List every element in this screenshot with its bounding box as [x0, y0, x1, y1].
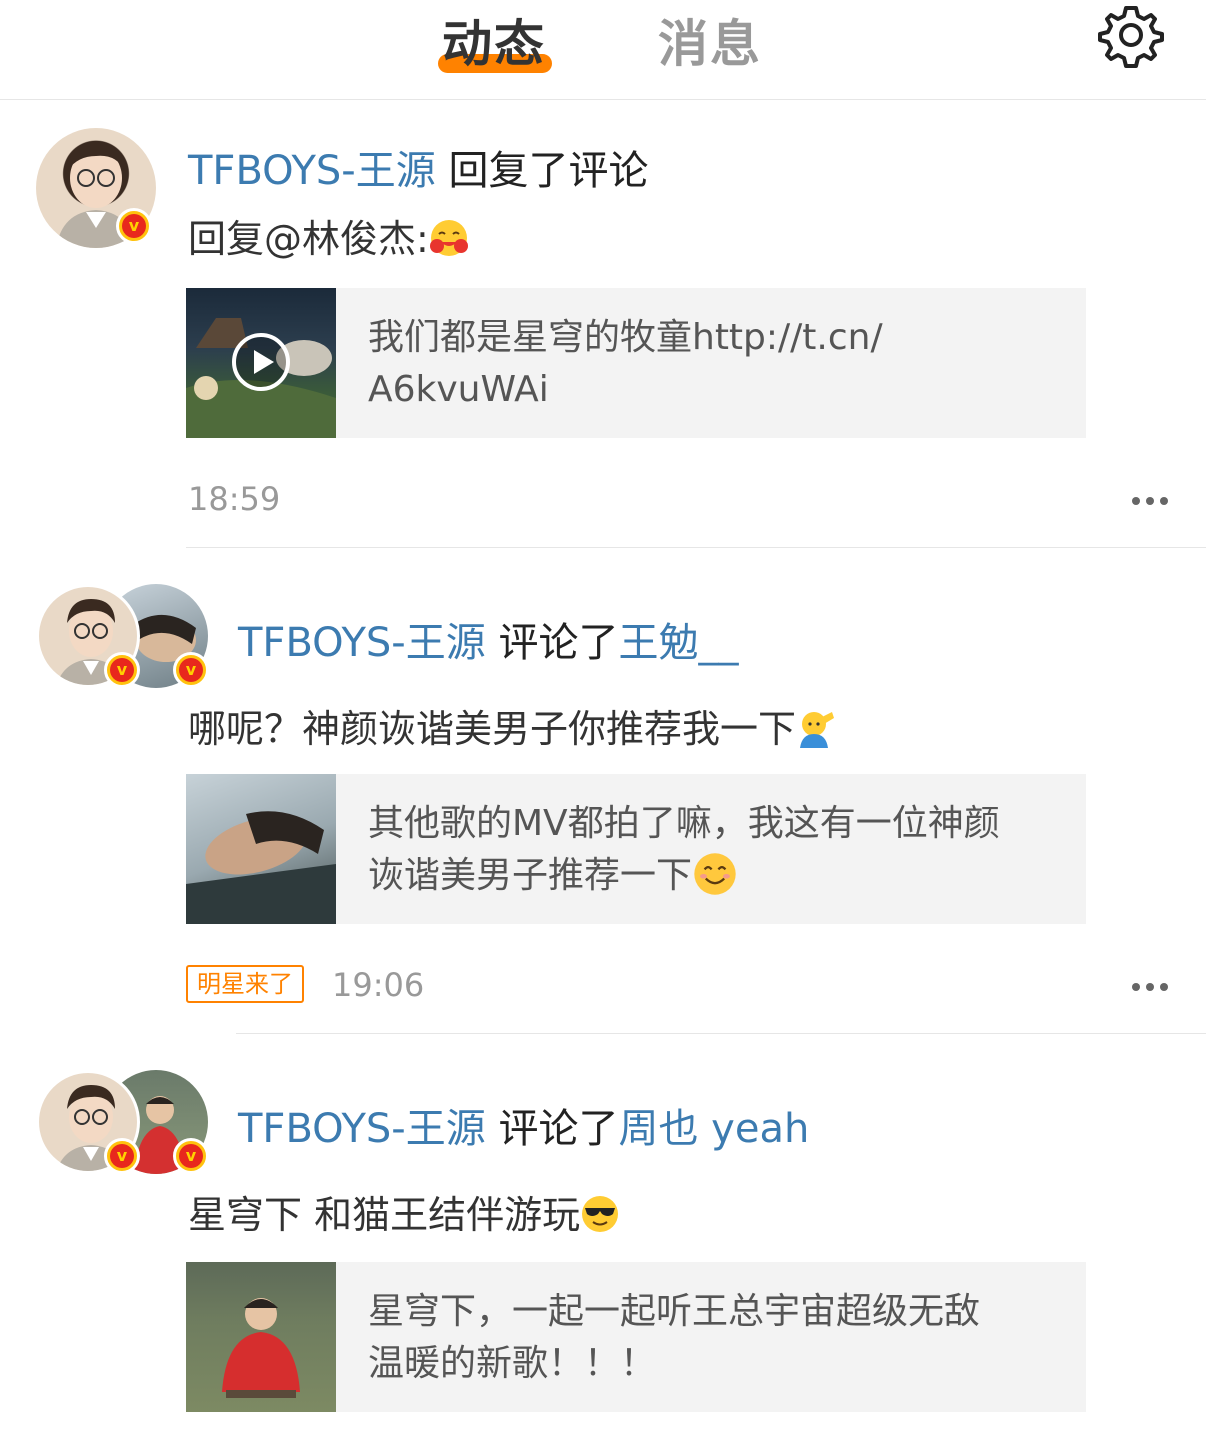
action-text: 评论了 [498, 620, 619, 666]
target-user-link[interactable]: 周也 yeah [618, 1106, 809, 1152]
attached-card[interactable]: 我们都是星穹的牧童http://t.cn/ A6kvuWAi [186, 288, 1086, 438]
feed-headline: TFBOYS-王源 回复了评论 [188, 138, 648, 196]
salute-emoji [800, 712, 835, 748]
attached-card[interactable]: 星穹下，一起一起听王总宇宙超级无敌 温暖的新歌！！！ [186, 1262, 1086, 1412]
comment-text: 星穹下 和猫王结伴游玩 [188, 1184, 620, 1239]
feed-item: v v TFBOYS-王源 评论了王勉__ 哪呢？神颜诙谐美男子你推荐我一下 其… [0, 548, 1206, 1034]
comment-body: 星穹下 和猫王结伴游玩 [188, 1193, 581, 1237]
card-description: 星穹下，一起一起听王总宇宙超级无敌 温暖的新歌！！！ [368, 1286, 1068, 1390]
top-bar: 动态 消息 [0, 0, 1206, 100]
target-user-link[interactable]: 王勉__ [618, 620, 738, 666]
tab-dongtai[interactable]: 动态 [442, 4, 546, 76]
action-text: 评论了 [498, 1106, 619, 1152]
username-link[interactable]: TFBOYS-王源 [188, 148, 436, 194]
hug-emoji [429, 220, 468, 256]
card-line-2: A6kvuWAi [368, 369, 549, 410]
verified-badge-icon: v [104, 1138, 140, 1174]
comment-text: 回复@林俊杰: [188, 208, 469, 263]
card-line-1: 我们都是星穹的牧童http://t.cn/ [368, 317, 883, 358]
feed-headline: TFBOYS-王源 评论了周也 yeah [238, 1096, 809, 1154]
sunglasses-emoji [582, 1196, 619, 1232]
comment-body: 哪呢？神颜诙谐美男子你推荐我一下 [188, 707, 797, 751]
video-thumbnail[interactable] [186, 288, 336, 438]
verified-badge-icon: v [173, 652, 209, 688]
card-line-2: 温暖的新歌！！！ [368, 1343, 657, 1384]
card-line-1: 其他歌的MV都拍了嘛，我这有一位神颜 [368, 803, 1000, 844]
card-thumbnail[interactable] [186, 774, 336, 924]
verified-badge-icon: v [104, 652, 140, 688]
card-line-1: 星穹下，一起一起听王总宇宙超级无敌 [368, 1291, 981, 1332]
more-icon[interactable] [1130, 495, 1170, 507]
card-description: 我们都是星穹的牧童http://t.cn/ A6kvuWAi [368, 312, 1068, 416]
smile-emoji [694, 853, 736, 895]
comment-text: 哪呢？神颜诙谐美男子你推荐我一下 [188, 698, 836, 753]
feed-item: v v TFBOYS-王源 评论了周也 yeah 星穹下 和猫王结伴游玩 星穹下… [0, 1034, 1206, 1454]
username-link[interactable]: TFBOYS-王源 [238, 1106, 486, 1152]
gear-icon[interactable] [1098, 2, 1164, 68]
comment-body: 回复@林俊杰: [188, 217, 429, 261]
timestamp: 19:06 [332, 966, 425, 1004]
attached-card[interactable]: 其他歌的MV都拍了嘛，我这有一位神颜 诙谐美男子推荐一下 [186, 774, 1086, 924]
tab-xiaoxi[interactable]: 消息 [658, 4, 762, 76]
card-line-2: 诙谐美男子推荐一下 [368, 850, 1068, 902]
card-thumbnail[interactable] [186, 1262, 336, 1412]
feed-headline: TFBOYS-王源 评论了王勉__ [238, 610, 738, 668]
verified-badge-icon: v [173, 1138, 209, 1174]
card-line-2-text: 诙谐美男子推荐一下 [368, 855, 693, 896]
action-text: 回复了评论 [448, 148, 649, 194]
verified-badge-icon: v [116, 208, 152, 244]
username-link[interactable]: TFBOYS-王源 [238, 620, 486, 666]
source-tag[interactable]: 明星来了 [186, 965, 304, 1003]
more-icon[interactable] [1130, 981, 1170, 993]
card-description: 其他歌的MV都拍了嘛，我这有一位神颜 诙谐美男子推荐一下 [368, 798, 1068, 902]
feed-item: v TFBOYS-王源 回复了评论 回复@林俊杰: 我们都是星穹的牧童http:… [0, 100, 1206, 548]
timestamp: 18:59 [188, 480, 281, 518]
